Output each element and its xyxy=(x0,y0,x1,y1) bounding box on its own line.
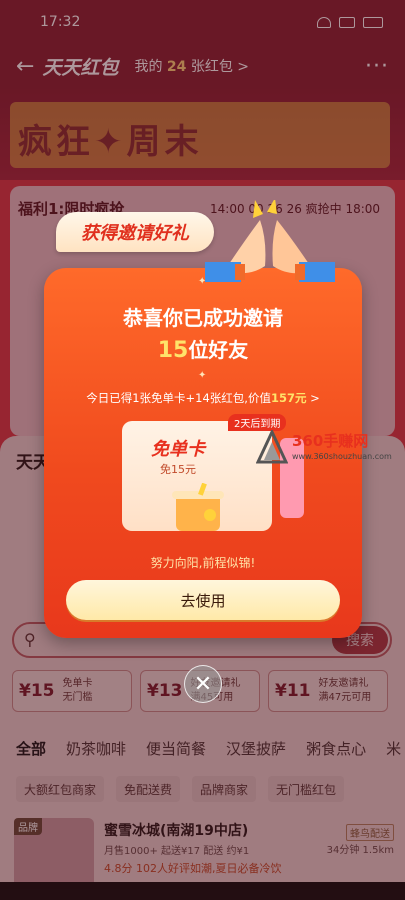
invite-count: 15 xyxy=(157,338,189,363)
expire-badge: 2天后到期 xyxy=(228,414,287,431)
watermark-logo-icon xyxy=(255,428,289,464)
watermark: 360手赚网 www.360shouzhuan.com xyxy=(255,428,396,466)
reward-summary-link[interactable]: 今日已得1张免单卡+14张红包,价值157元 > xyxy=(44,390,362,406)
sparkle-icon: ✦ xyxy=(198,370,207,381)
use-now-button[interactable]: 去使用 xyxy=(66,580,340,620)
free-order-card: 免单卡 免15元 xyxy=(122,421,272,531)
invite-count-line: 15位好友 xyxy=(157,338,249,363)
watermark-text: 360手赚网 xyxy=(292,432,369,450)
drink-cup-icon xyxy=(172,483,224,531)
close-icon[interactable]: ✕ xyxy=(184,665,222,703)
modal-pill-title: 获得邀请好礼 xyxy=(56,212,214,252)
slogan-text: 努力向阳,前程似锦! xyxy=(150,556,256,570)
praying-hands-icon xyxy=(205,200,335,282)
watermark-url: www.360shouzhuan.com xyxy=(292,452,392,461)
free-order-label: 免单卡 xyxy=(151,439,205,460)
congrats-text: 恭喜你已成功邀请 xyxy=(123,306,283,330)
free-order-amount: 免15元 xyxy=(160,463,196,476)
